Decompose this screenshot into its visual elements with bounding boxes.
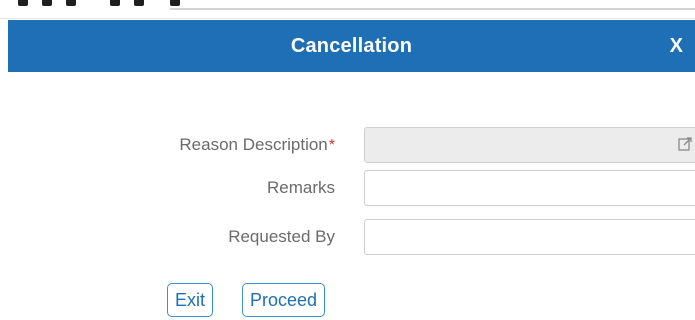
background-divider: [170, 8, 695, 10]
requested-by-input[interactable]: [364, 219, 695, 255]
remarks-row: Remarks: [0, 170, 695, 206]
exit-button[interactable]: Exit: [167, 283, 214, 317]
required-asterisk: *: [328, 137, 335, 154]
background-mark: [134, 0, 144, 6]
requested-by-label: Requested By: [228, 227, 335, 246]
requested-by-row: Requested By: [0, 219, 695, 255]
proceed-button[interactable]: Proceed: [242, 283, 326, 317]
dialog-header: Cancellation X: [8, 20, 695, 72]
dialog-title: Cancellation: [290, 35, 413, 57]
background-mark: [66, 0, 76, 6]
remarks-label: Remarks: [266, 178, 335, 197]
reason-description-field[interactable]: [364, 127, 695, 163]
background-mark: [18, 0, 28, 6]
background-mark: [110, 0, 120, 6]
close-button[interactable]: X: [670, 20, 683, 72]
edit-external-icon[interactable]: [678, 136, 692, 152]
reason-description-label-text: Reason Description: [179, 135, 328, 154]
remarks-input[interactable]: [364, 170, 695, 206]
reason-description-label: Reason Description*: [179, 127, 335, 163]
background-mark: [42, 0, 52, 6]
background-mark: [170, 0, 180, 6]
background-window-strip: [0, 0, 695, 19]
reason-description-row: Reason Description*: [0, 127, 695, 163]
